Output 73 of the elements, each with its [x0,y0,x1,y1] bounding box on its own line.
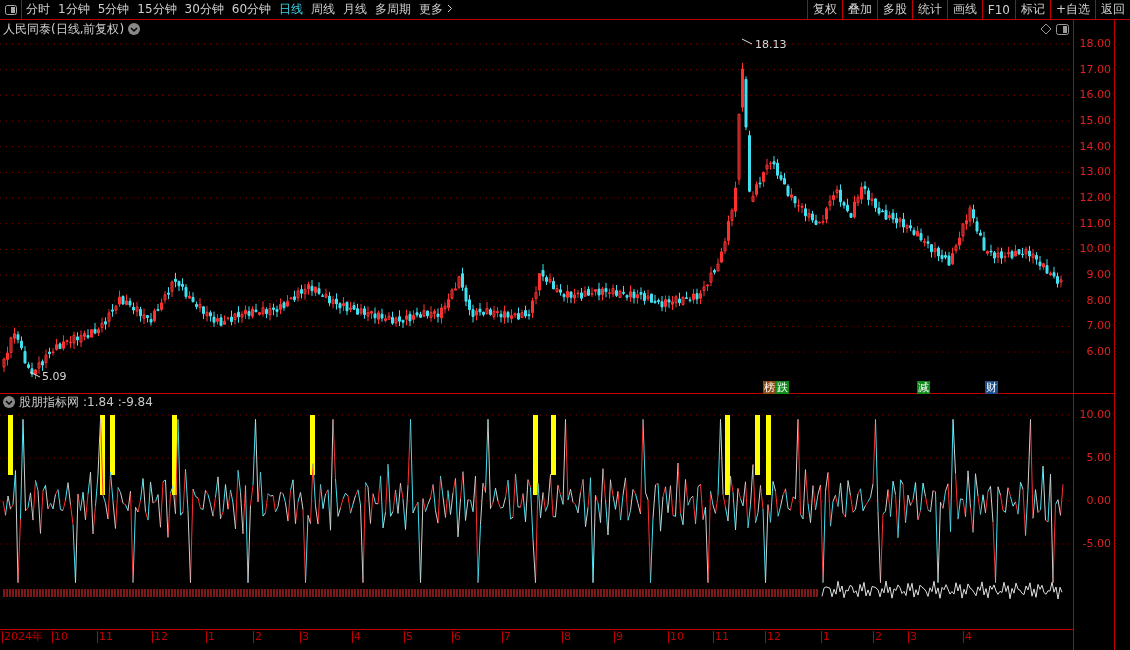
price-axis-label: 9.00 [1086,268,1111,281]
event-marker[interactable]: 财 [985,381,998,394]
price-axis-label: 11.00 [1079,216,1111,230]
price-axis-label: 12.00 [1079,191,1111,204]
low-price-label: 5.09 [42,370,67,383]
diamond-icon[interactable] [1040,23,1052,35]
more-button[interactable]: 更多 [415,0,458,19]
toolbar-button[interactable]: 多股 [876,0,912,19]
dropdown-icon[interactable] [3,396,15,408]
time-axis-label: 1 [821,631,830,643]
price-axis-label: 18.00 [1079,37,1111,50]
period-tab[interactable]: 30分钟 [180,0,228,19]
time-axis-label: 11 [713,631,729,643]
toolbar-button[interactable]: 返回 [1095,0,1130,19]
event-marker[interactable]: 减 [917,381,930,394]
indicator-name: 股朋指标网 [19,393,79,411]
period-tab[interactable]: 1分钟 [54,0,94,19]
period-tab[interactable]: 多周期 [371,0,416,19]
toolbar-button[interactable]: +自选 [1049,0,1095,19]
period-tab[interactable]: 日线 [275,0,308,19]
stock-title: 人民同泰(日线,前复权) [3,20,125,38]
time-axis-label: 9 [614,631,623,643]
time-axis-label: 12 [152,631,168,643]
time-axis-label: 10 [668,631,684,643]
toolbar-button[interactable]: 复权 [806,0,842,19]
toolbar-button[interactable]: 标记 [1014,0,1050,19]
period-tab[interactable]: 分时 [22,0,54,19]
indicator-value: :1.84 [83,395,114,409]
toolbar-button[interactable]: 画线 [946,0,982,19]
time-axis-label: 10 [52,631,68,643]
time-axis-label: 12 [765,631,781,643]
price-axis-label: 17.00 [1079,62,1111,76]
price-axis-label: 13.00 [1079,165,1111,179]
indicator-axis-label: 5.00 [1086,451,1111,464]
period-tab[interactable]: 15分钟 [133,0,181,19]
price-axis-label: 8.00 [1086,293,1111,307]
time-axis-label: 4 [352,631,361,643]
high-price-label: 18.13 [755,38,787,51]
time-axis-label: 6 [452,631,461,643]
indicator-value: :-9.84 [117,395,153,409]
event-marker[interactable]: 榜 [763,381,776,394]
toolbar-button[interactable]: 统计 [911,0,947,19]
time-axis-label: 2 [253,631,262,643]
toolbar-button[interactable]: F10 [981,0,1015,19]
time-axis-label: 7 [502,631,511,643]
price-axis-label: 10.00 [1079,242,1111,256]
panel-toggle-icon[interactable] [1056,23,1069,35]
time-axis-label: 5 [404,631,413,643]
period-tab[interactable]: 周线 [307,0,340,19]
time-axis-label: 3 [300,631,309,643]
price-axis-label: 6.00 [1086,345,1111,359]
panel-toggle-icon [4,4,17,15]
period-tab[interactable]: 60分钟 [227,0,276,19]
indicator-axis-label: -5.00 [1082,537,1111,550]
time-axis-label: 3 [908,631,917,643]
event-marker[interactable]: 跌 [776,381,789,394]
time-axis-label: 4 [963,631,972,643]
indicator-axis-label: 0.00 [1086,494,1111,507]
period-tab[interactable]: 月线 [339,0,372,19]
indicator-axis-label: 10.00 [1079,408,1111,421]
price-axis-label: 14.00 [1079,139,1111,153]
time-axis-label: 11 [97,631,113,643]
period-tab[interactable]: 5分钟 [93,0,134,19]
price-axis-label: 16.00 [1079,88,1111,102]
time-axis-label: 2 [873,631,882,643]
dropdown-icon[interactable] [128,23,141,35]
toolbar-button[interactable]: 叠加 [841,0,877,19]
time-axis-label: 2024年 [2,631,43,643]
time-axis-label: 1 [206,631,215,643]
chevron-right-icon [447,4,454,13]
time-axis-label: 8 [562,631,571,643]
price-axis-label: 15.00 [1079,114,1111,127]
price-axis-label: 7.00 [1086,319,1111,333]
